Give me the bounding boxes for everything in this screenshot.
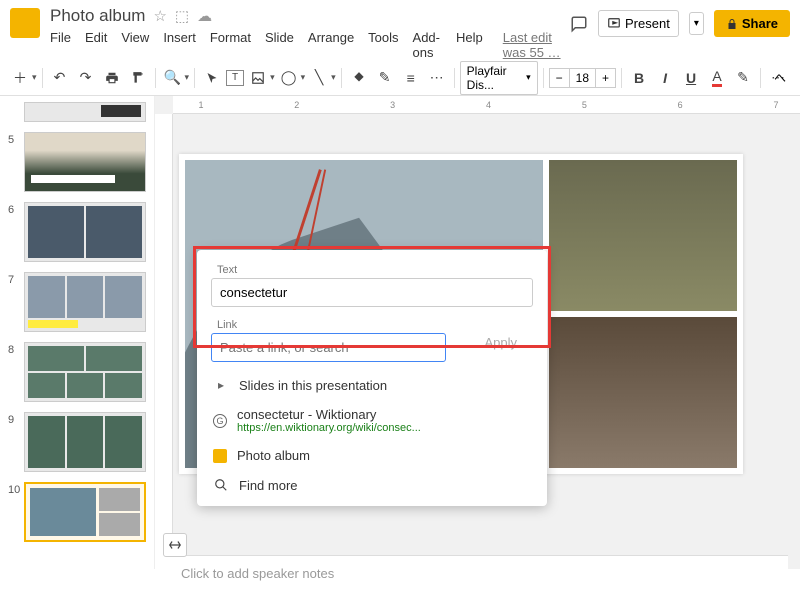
link-url-field: Link [211, 319, 446, 362]
canvas-area: 1234567 [155, 96, 800, 569]
link-item-album[interactable]: Photo album [197, 441, 547, 470]
title-area: Photo album ☆ ⬚ ☁ File Edit View Insert … [50, 6, 570, 60]
share-button[interactable]: Share [714, 10, 790, 37]
shape-tool[interactable]: ◯ [277, 66, 301, 90]
font-size-box[interactable]: − 18 + [549, 68, 616, 88]
share-label: Share [742, 16, 778, 31]
text-label: Text [211, 264, 533, 276]
findmore-label: Find more [239, 478, 298, 493]
italic-button[interactable]: I [653, 66, 677, 90]
slide-thumb-8[interactable]: 8 [8, 342, 146, 402]
menu-format[interactable]: Format [210, 30, 251, 60]
menu-arrange[interactable]: Arrange [308, 30, 354, 60]
slide-photo-br [549, 317, 737, 468]
header-right: Present ▾ Share [570, 10, 790, 37]
menu-file[interactable]: File [50, 30, 71, 60]
font-select[interactable]: Playfair Dis... ▾ [460, 61, 538, 95]
underline-button[interactable]: U [679, 66, 703, 90]
line-tool[interactable]: ╲ [307, 66, 331, 90]
link-popup: Text Link Apply ▸ Slides in this present… [197, 250, 547, 506]
suggest-title: consectetur - Wiktionary [237, 407, 421, 422]
cloud-icon[interactable]: ☁ [197, 7, 212, 25]
select-tool[interactable] [200, 66, 224, 90]
image-tool[interactable] [246, 66, 270, 90]
border-dash-button[interactable]: ⋯ [425, 66, 449, 90]
last-edit[interactable]: Last edit was 55 … [503, 30, 570, 60]
toolbar: ＋ ▾ ↶ ↷ 🔍 ▾ T ▾ ◯ ▾ ╲ ▾ ✎ ≡ ⋯ Playfair D… [0, 60, 800, 96]
slide-thumb-9[interactable]: 9 [8, 412, 146, 472]
explore-button[interactable] [163, 533, 187, 557]
menu-addons[interactable]: Add-ons [413, 30, 442, 60]
move-icon[interactable]: ⬚ [175, 7, 189, 25]
undo-button[interactable]: ↶ [48, 66, 72, 90]
link-item-findmore[interactable]: Find more [197, 470, 547, 500]
document-title[interactable]: Photo album [50, 6, 145, 26]
ruler-horizontal: 1234567 [173, 96, 800, 114]
border-weight-button[interactable]: ≡ [399, 66, 423, 90]
font-name: Playfair Dis... [467, 64, 520, 92]
present-button[interactable]: Present [598, 10, 679, 37]
star-icon[interactable]: ☆ [153, 7, 166, 25]
present-dropdown[interactable]: ▾ [689, 12, 704, 35]
new-slide-button[interactable]: ＋ [8, 66, 32, 90]
font-size-value[interactable]: 18 [570, 69, 596, 87]
link-item-suggestion[interactable]: G consectetur - Wiktionary https://en.wi… [197, 400, 547, 441]
zoom-button[interactable]: 🔍 [161, 66, 185, 90]
new-slide-dropdown[interactable]: ▾ [32, 72, 37, 83]
link-text-input[interactable] [211, 278, 533, 307]
toolbar-collapse[interactable]: へ [774, 69, 786, 86]
link-url-input[interactable] [211, 333, 446, 362]
present-label: Present [625, 16, 670, 31]
link-item-slides[interactable]: ▸ Slides in this presentation [197, 370, 547, 400]
menu-edit[interactable]: Edit [85, 30, 107, 60]
text-color-button[interactable]: A [705, 66, 729, 90]
slide-thumb-4[interactable] [8, 102, 146, 122]
main-area: 5 6 7 8 9 10 1234567 [0, 96, 800, 569]
menu-slide[interactable]: Slide [265, 30, 294, 60]
slide-photo-tr [549, 160, 737, 311]
paint-format-button[interactable] [126, 66, 150, 90]
link-label: Link [211, 319, 446, 331]
apply-button[interactable]: Apply [470, 329, 531, 356]
redo-button[interactable]: ↷ [74, 66, 98, 90]
menu-bar: File Edit View Insert Format Slide Arran… [50, 30, 570, 60]
fill-color-button[interactable] [347, 66, 371, 90]
menu-help[interactable]: Help [456, 30, 483, 60]
slide-thumb-10[interactable]: 10 [8, 482, 146, 542]
highlight-button[interactable]: ✎ [731, 66, 755, 90]
slide-thumb-6[interactable]: 6 [8, 202, 146, 262]
ruler-vertical [155, 114, 173, 569]
slides-label: Slides in this presentation [239, 378, 387, 393]
menu-tools[interactable]: Tools [368, 30, 398, 60]
slide-panel[interactable]: 5 6 7 8 9 10 [0, 96, 155, 569]
slides-file-icon [213, 449, 227, 463]
notes-placeholder: Click to add speaker notes [181, 566, 334, 581]
size-plus[interactable]: + [596, 69, 615, 87]
suggest-url: https://en.wiktionary.org/wiki/consec... [237, 422, 421, 434]
slide-thumb-7[interactable]: 7 [8, 272, 146, 332]
header: Photo album ☆ ⬚ ☁ File Edit View Insert … [0, 0, 800, 60]
globe-icon: G [213, 414, 227, 428]
slides-logo[interactable] [10, 8, 40, 38]
comments-icon[interactable] [570, 15, 588, 33]
textbox-tool[interactable]: T [226, 70, 244, 86]
speaker-notes[interactable]: Click to add speaker notes [167, 555, 788, 593]
slide-thumb-5[interactable]: 5 [8, 132, 146, 192]
print-button[interactable] [100, 66, 124, 90]
chevron-right-icon: ▸ [213, 377, 229, 393]
search-icon [213, 477, 229, 493]
bold-button[interactable]: B [627, 66, 651, 90]
menu-insert[interactable]: Insert [163, 30, 196, 60]
album-label: Photo album [237, 448, 310, 463]
border-color-button[interactable]: ✎ [373, 66, 397, 90]
link-text-field: Text [211, 264, 533, 307]
size-minus[interactable]: − [550, 69, 570, 87]
menu-view[interactable]: View [121, 30, 149, 60]
